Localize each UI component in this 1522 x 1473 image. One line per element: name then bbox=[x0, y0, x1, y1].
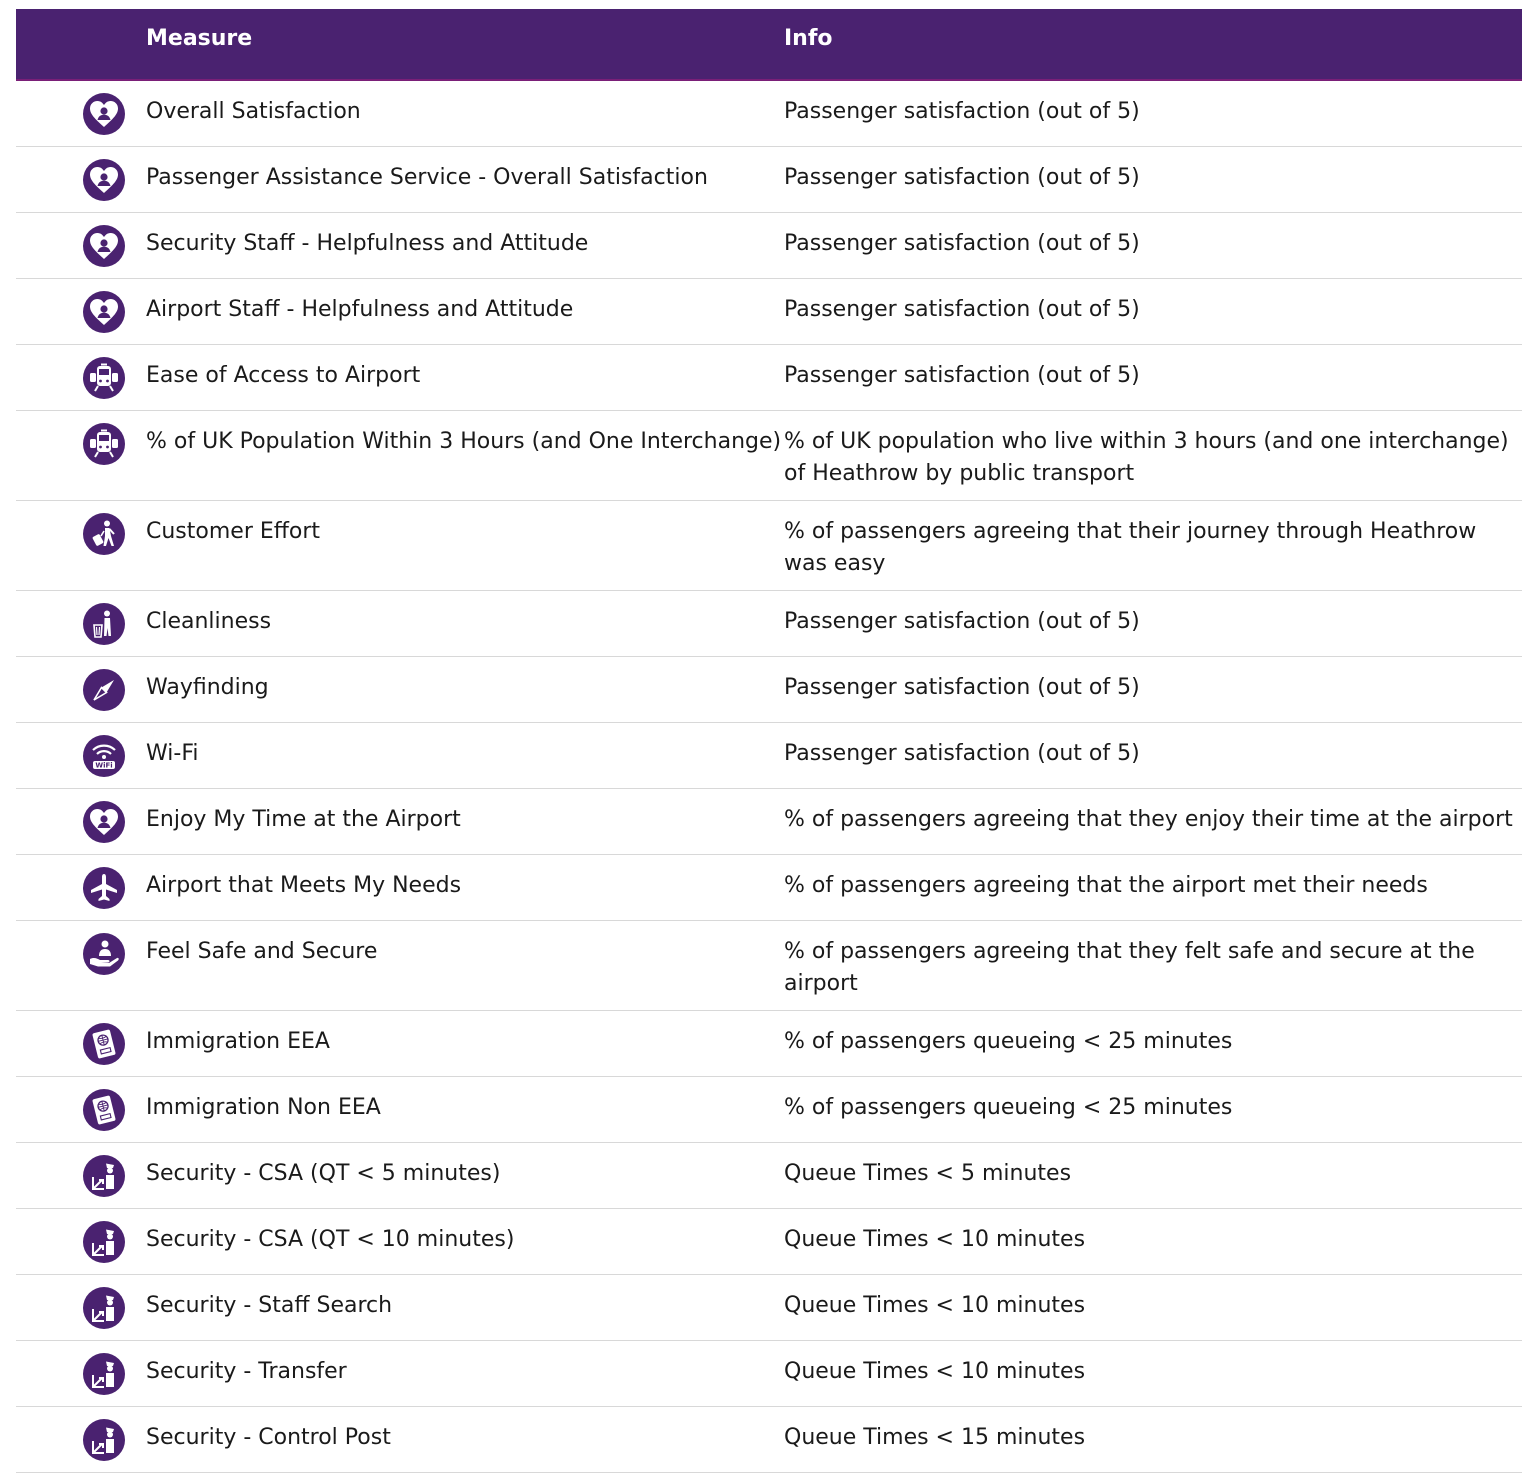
heart-person-icon bbox=[83, 225, 125, 267]
column-header-info: Info bbox=[784, 26, 833, 51]
measure-cell: Customer Effort bbox=[146, 519, 321, 544]
table-row: WiFi Wi-Fi Passenger satisfaction (out of … bbox=[16, 723, 1522, 789]
security-officer-icon bbox=[83, 1353, 125, 1395]
info-cell: Passenger satisfaction (out of 5) bbox=[784, 231, 1140, 256]
info-cell: Queue Times < 15 minutes bbox=[784, 1425, 1086, 1450]
cleaner-bin-icon bbox=[83, 603, 125, 645]
security-officer-icon bbox=[83, 1287, 125, 1329]
measure-cell: Security - Staff Search bbox=[146, 1293, 393, 1318]
info-cell: Queue Times < 5 minutes bbox=[784, 1161, 1072, 1186]
table-row: Immigration Non EEA % of passengers queue… bbox=[16, 1077, 1522, 1143]
info-cell: % of passengers queueing < 25 minutes bbox=[784, 1029, 1233, 1054]
security-officer-icon bbox=[83, 1155, 125, 1197]
measure-cell: Feel Safe and Secure bbox=[146, 939, 378, 964]
info-cell: Queue Times < 10 minutes bbox=[784, 1293, 1086, 1318]
measure-cell: % of UK Population Within 3 Hours (and O… bbox=[146, 429, 782, 454]
table-row: Security Staff - Helpfulness and Attitud… bbox=[16, 213, 1522, 279]
heart-person-icon bbox=[83, 93, 125, 135]
info-cell: Passenger satisfaction (out of 5) bbox=[784, 363, 1140, 388]
security-officer-icon bbox=[83, 1419, 125, 1461]
table-row: Wayfinding Passenger satisfaction (out of… bbox=[16, 657, 1522, 723]
measure-cell: Ease of Access to Airport bbox=[146, 363, 421, 388]
table-row: Security - CSA (QT < 10 minutes) Queue Ti… bbox=[16, 1209, 1522, 1275]
heart-person-icon bbox=[83, 159, 125, 201]
info-cell: % of passengers agreeing that the airpor… bbox=[784, 873, 1428, 898]
measures-table: Measure Info Overall Satisfaction Passeng… bbox=[16, 9, 1522, 1473]
table-row: Cleanliness Passenger satisfaction (out o… bbox=[16, 591, 1522, 657]
table-row: Security - CSA (QT < 5 minutes) Queue Tim… bbox=[16, 1143, 1522, 1209]
measure-cell: Security - CSA (QT < 10 minutes) bbox=[146, 1227, 515, 1252]
compass-icon bbox=[83, 669, 125, 711]
table-row: Immigration EEA % of passengers queueing … bbox=[16, 1011, 1522, 1077]
table-row: Overall Satisfaction Passenger satisfacti… bbox=[16, 81, 1522, 147]
info-cell: Queue Times < 10 minutes bbox=[784, 1359, 1086, 1384]
measure-cell: Security - Control Post bbox=[146, 1425, 391, 1450]
table-row: Ease of Access to Airport Passenger satis… bbox=[16, 345, 1522, 411]
measure-cell: Immigration EEA bbox=[146, 1029, 330, 1054]
table-row: % of UK Population Within 3 Hours (and O… bbox=[16, 411, 1522, 501]
table-row: Security - Control Post Queue Times < 15 … bbox=[16, 1407, 1522, 1473]
wifi-icon: WiFi bbox=[83, 735, 125, 777]
measure-cell: Enjoy My Time at the Airport bbox=[146, 807, 461, 832]
security-officer-icon bbox=[83, 1221, 125, 1263]
table-row: Customer Effort % of passengers agreeing … bbox=[16, 501, 1522, 591]
measure-cell: Immigration Non EEA bbox=[146, 1095, 381, 1120]
measure-cell: Airport that Meets My Needs bbox=[146, 873, 462, 898]
info-cell: Passenger satisfaction (out of 5) bbox=[784, 675, 1140, 700]
info-cell: % of UK population who live within 3 hou… bbox=[784, 429, 1509, 486]
info-cell: Passenger satisfaction (out of 5) bbox=[784, 741, 1140, 766]
column-header-measure: Measure bbox=[146, 26, 253, 51]
table-row: Airport that Meets My Needs % of passenge… bbox=[16, 855, 1522, 921]
train-icon bbox=[83, 357, 125, 399]
table-row: Airport Staff - Helpfulness and Attitude… bbox=[16, 279, 1522, 345]
hand-person-icon bbox=[83, 933, 125, 975]
table-row: Security - Staff Search Queue Times < 10 … bbox=[16, 1275, 1522, 1341]
heart-person-icon bbox=[83, 291, 125, 333]
info-cell: Passenger satisfaction (out of 5) bbox=[784, 609, 1140, 634]
info-cell: Passenger satisfaction (out of 5) bbox=[784, 297, 1140, 322]
measure-cell: Security Staff - Helpfulness and Attitud… bbox=[146, 231, 589, 256]
passport-icon bbox=[83, 1023, 125, 1065]
measure-cell: Cleanliness bbox=[146, 609, 272, 634]
info-cell: % of passengers agreeing that they enjoy… bbox=[784, 807, 1513, 832]
measure-cell: Wi-Fi bbox=[146, 741, 199, 766]
measure-cell: Overall Satisfaction bbox=[146, 99, 361, 124]
table-row: Enjoy My Time at the Airport % of passeng… bbox=[16, 789, 1522, 855]
measure-cell: Security - CSA (QT < 5 minutes) bbox=[146, 1161, 501, 1186]
table-row: Passenger Assistance Service - Overall S… bbox=[16, 147, 1522, 213]
info-cell: Queue Times < 10 minutes bbox=[784, 1227, 1086, 1252]
info-cell: % of passengers agreeing that they felt … bbox=[784, 939, 1475, 996]
passport-icon bbox=[83, 1089, 125, 1131]
table-body: Overall Satisfaction Passenger satisfacti… bbox=[16, 81, 1522, 1473]
table-row: Feel Safe and Secure % of passengers agre… bbox=[16, 921, 1522, 1011]
measure-cell: Airport Staff - Helpfulness and Attitude bbox=[146, 297, 574, 322]
info-cell: Passenger satisfaction (out of 5) bbox=[784, 165, 1140, 190]
info-cell: Passenger satisfaction (out of 5) bbox=[784, 99, 1140, 124]
traveller-luggage-icon bbox=[83, 513, 125, 555]
table-row: Security - Transfer Queue Times < 10 minu… bbox=[16, 1341, 1522, 1407]
heart-person-icon bbox=[83, 801, 125, 843]
measure-cell: Wayfinding bbox=[146, 675, 269, 700]
measure-cell: Passenger Assistance Service - Overall S… bbox=[146, 165, 708, 190]
airplane-icon bbox=[83, 867, 125, 909]
svg-text:WiFi: WiFi bbox=[95, 762, 112, 770]
train-icon bbox=[83, 423, 125, 465]
info-cell: % of passengers agreeing that their jour… bbox=[784, 519, 1477, 576]
info-cell: % of passengers queueing < 25 minutes bbox=[784, 1095, 1233, 1120]
table-header: Measure Info bbox=[16, 9, 1522, 81]
measure-cell: Security - Transfer bbox=[146, 1359, 347, 1384]
